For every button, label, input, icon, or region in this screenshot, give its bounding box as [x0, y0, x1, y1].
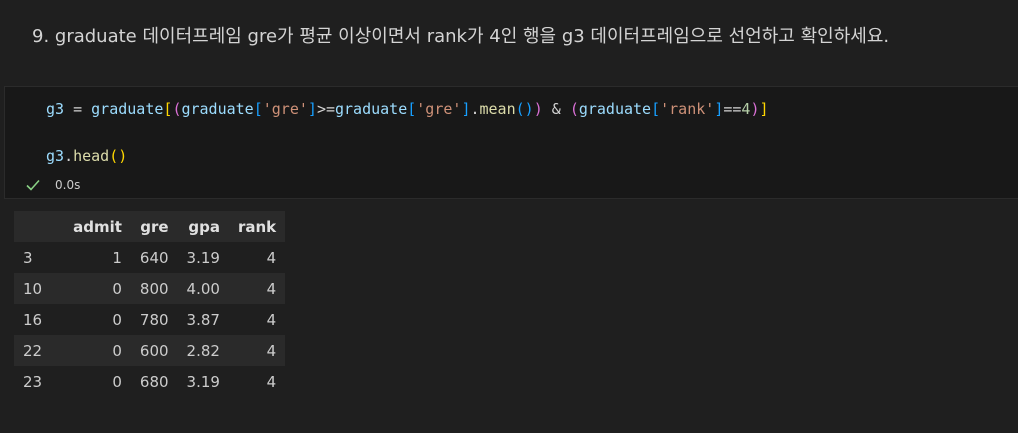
table-cell: 600	[139, 341, 169, 360]
column-header: rank	[228, 211, 286, 242]
notebook-page: 9. graduate 데이터프레임 gre가 평균 이상이면서 rank가 4…	[0, 0, 1018, 433]
table-cell: 3.19	[186, 248, 220, 267]
row-index: 3	[23, 248, 33, 267]
column-header	[14, 211, 65, 242]
table-row: 22 0 600 2.82 4	[14, 335, 286, 366]
code-token: ==	[723, 100, 742, 118]
code-token: graduate	[91, 100, 164, 118]
code-token: &	[542, 100, 570, 118]
code-token: [	[253, 100, 263, 118]
code-token: .	[64, 147, 74, 165]
code-token: [	[651, 100, 661, 118]
row-index: 10	[23, 279, 43, 298]
code-token: graduate	[181, 100, 254, 118]
code-token: ]	[307, 100, 317, 118]
row-index: 23	[23, 372, 43, 391]
code-token: ()	[109, 147, 128, 165]
table-cell: 0	[112, 341, 122, 360]
table-row: 23 0 680 3.19 4	[14, 366, 286, 397]
table-cell: 0	[112, 279, 122, 298]
code-token: [	[407, 100, 417, 118]
cell-output: admit gre gpa rank 3 1 640 3.19 4 10 0 8	[14, 211, 286, 397]
table-row: 3 1 640 3.19 4	[14, 242, 286, 273]
code-token: .	[470, 100, 480, 118]
code-token: 'gre'	[416, 100, 462, 118]
code-cell[interactable]: g3 = graduate[(graduate['gre']>=graduate…	[4, 86, 1018, 199]
table-cell: 780	[139, 310, 169, 329]
table-cell: 2.82	[186, 341, 220, 360]
code-token: ()	[515, 100, 534, 118]
code-token: )	[533, 100, 543, 118]
code-token: 'rank'	[660, 100, 715, 118]
code-token: ]	[714, 100, 724, 118]
code-token: ]	[759, 100, 769, 118]
code-token: graduate	[335, 100, 408, 118]
code-line-2[interactable]: g3.head()	[46, 147, 127, 165]
code-token: graduate	[578, 100, 652, 118]
code-token: mean	[479, 100, 516, 118]
table-cell: 3.87	[186, 310, 220, 329]
check-icon	[26, 179, 40, 191]
table-cell: 4	[266, 341, 277, 360]
table-cell: 4	[266, 248, 277, 267]
table-cell: 4	[266, 279, 277, 298]
table-row: 16 0 780 3.87 4	[14, 304, 286, 335]
table-cell: 4.00	[186, 279, 220, 298]
table-cell: 3.19	[186, 372, 220, 391]
code-token: g3	[46, 147, 65, 165]
table-cell: 4	[266, 310, 277, 329]
code-line-1[interactable]: g3 = graduate[(graduate['gre']>=graduate…	[46, 100, 769, 118]
dataframe-table: admit gre gpa rank 3 1 640 3.19 4 10 0 8	[14, 211, 286, 397]
table-cell: 1	[112, 248, 122, 267]
column-header: gre	[130, 211, 178, 242]
table-cell: 640	[139, 248, 169, 267]
table-cell: 0	[112, 310, 122, 329]
column-header: gpa	[177, 211, 229, 242]
table-cell: 0	[112, 372, 122, 391]
table-cell: 680	[139, 372, 169, 391]
code-token: (	[569, 100, 579, 118]
code-token: head	[73, 147, 110, 165]
execution-status: 0.0s	[25, 177, 80, 193]
table-cell: 4	[266, 372, 277, 391]
code-token: >=	[316, 100, 335, 118]
markdown-cell-text: 9. graduate 데이터프레임 gre가 평균 이상이면서 rank가 4…	[32, 26, 890, 47]
row-index: 16	[23, 310, 43, 329]
row-index: 22	[23, 341, 43, 360]
code-token: =	[64, 100, 92, 118]
table-header-row: admit gre gpa rank	[14, 211, 286, 242]
table-cell: 800	[139, 279, 169, 298]
execution-time: 0.0s	[55, 178, 81, 192]
code-token: 'gre'	[262, 100, 308, 118]
table-row: 10 0 800 4.00 4	[14, 273, 286, 304]
column-header: admit	[64, 211, 131, 242]
code-token: g3	[46, 100, 65, 118]
